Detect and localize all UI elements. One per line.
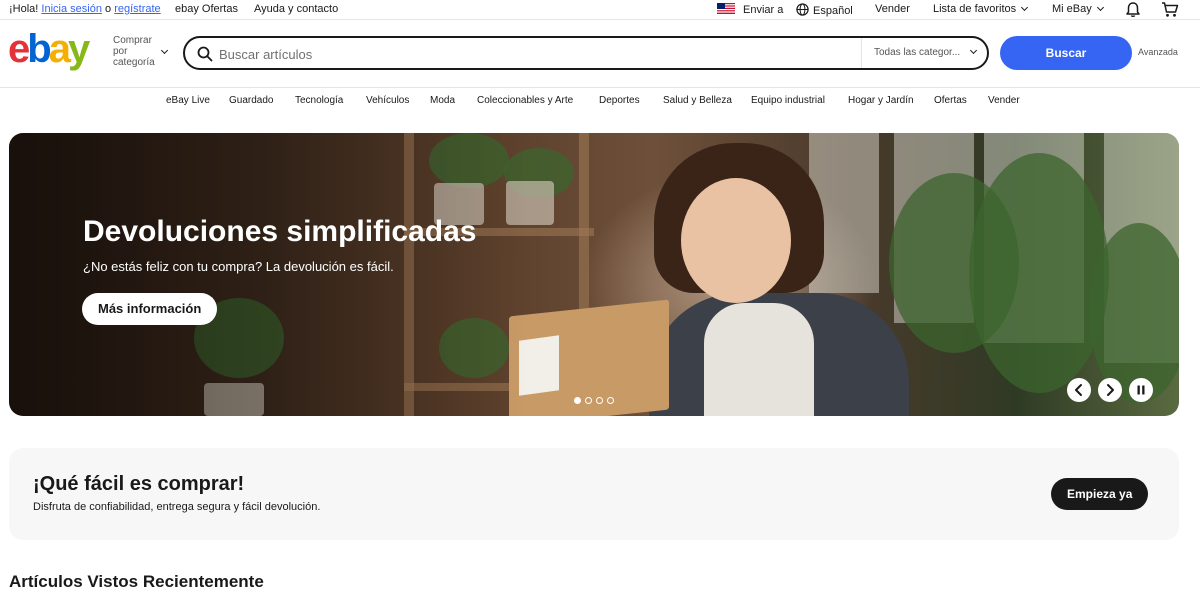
header-divider [0, 87, 1200, 88]
my-ebay-label: Mi eBay [1052, 3, 1092, 15]
chevron-down-icon [1021, 3, 1029, 12]
nav-item-fashion[interactable]: Moda [430, 95, 455, 106]
nav-item-health-beauty[interactable]: Salud y Belleza [663, 95, 732, 106]
promo-subtitle: Disfruta de confiabilidad, entrega segur… [33, 501, 321, 513]
nav-item-deals[interactable]: Ofertas [934, 95, 967, 106]
chevron-down-icon [969, 46, 978, 55]
sell-link[interactable]: Vender [875, 3, 910, 15]
top-utility-bar: ¡Hola! Inicia sesión o regístrate ebay O… [0, 0, 1200, 19]
register-link[interactable]: regístrate [114, 3, 160, 15]
language-button[interactable]: Español [796, 3, 853, 17]
chevron-left-icon [1075, 384, 1082, 396]
bell-icon[interactable] [1125, 1, 1141, 18]
recently-viewed-heading: Artículos Vistos Recientemente [9, 572, 264, 591]
my-ebay-button[interactable]: Mi eBay [1052, 3, 1104, 15]
hero-banner[interactable]: Devoluciones simplificadas ¿No estás fel… [9, 133, 1179, 416]
start-now-button[interactable]: Empieza ya [1051, 478, 1149, 510]
advanced-search-link[interactable]: Avanzada [1138, 47, 1178, 57]
pause-icon [1137, 385, 1145, 395]
search-bar: Todas las categor... [183, 36, 989, 70]
more-info-button[interactable]: Más información [82, 293, 218, 325]
carousel-dot[interactable] [585, 397, 592, 404]
greeting-label: ¡Hola! [9, 3, 39, 15]
watchlist-label: Lista de favoritos [933, 3, 1017, 15]
search-input[interactable] [219, 44, 839, 64]
hero-subtitle: ¿No estás feliz con tu compra? La devolu… [83, 259, 394, 274]
language-label: Español [813, 5, 853, 17]
carousel-prev-button[interactable] [1067, 378, 1091, 402]
cart-icon[interactable] [1161, 1, 1179, 18]
deals-link[interactable]: ebay Ofertas [175, 3, 238, 15]
signin-link[interactable]: Inicia sesión [41, 3, 102, 15]
search-icon [197, 46, 213, 62]
chevron-right-icon [1107, 384, 1114, 396]
greeting-text: ¡Hola! Inicia sesión o regístrate [9, 3, 161, 15]
svg-text:ebay: ebay [8, 29, 91, 71]
nav-item-collectibles[interactable]: Coleccionables y Arte [477, 95, 573, 106]
nav-item-sell[interactable]: Vender [988, 95, 1020, 106]
ship-to-button[interactable]: Enviar a [717, 3, 783, 16]
carousel-dot[interactable] [596, 397, 603, 404]
ship-to-label: Enviar a [743, 4, 784, 16]
search-divider [861, 38, 862, 68]
search-button[interactable]: Buscar [1000, 36, 1132, 70]
carousel-dot-active[interactable] [574, 397, 581, 404]
promo-title: ¡Qué fácil es comprar! [33, 473, 245, 495]
ebay-logo[interactable]: ebay [8, 29, 102, 71]
chevron-down-icon [1096, 3, 1104, 12]
category-nav: eBay Live Guardado Tecnología Vehículos … [0, 95, 1200, 109]
nav-item-saved[interactable]: Guardado [229, 95, 273, 106]
nav-item-electronics[interactable]: Tecnología [295, 95, 343, 106]
nav-item-ebay-live[interactable]: eBay Live [166, 95, 210, 106]
carousel-next-button[interactable] [1098, 378, 1122, 402]
nav-item-industrial[interactable]: Equipo industrial [751, 95, 825, 106]
us-flag-icon [717, 3, 735, 14]
watchlist-button[interactable]: Lista de favoritos [933, 3, 1029, 15]
carousel-dot[interactable] [607, 397, 614, 404]
nav-item-motors[interactable]: Vehículos [366, 95, 409, 106]
or-text: o [105, 3, 112, 15]
nav-item-sports[interactable]: Deportes [599, 95, 640, 106]
globe-icon [796, 3, 809, 16]
help-link[interactable]: Ayuda y contacto [254, 3, 338, 15]
topbar-divider [0, 19, 1200, 20]
hero-title: Devoluciones simplificadas [83, 215, 477, 248]
promo-banner: ¡Qué fácil es comprar! Disfruta de confi… [9, 448, 1179, 540]
carousel-pause-button[interactable] [1129, 378, 1153, 402]
category-select[interactable]: Todas las categor... [874, 47, 960, 58]
shop-by-category-button[interactable]: Comprar por categoría [113, 35, 163, 68]
nav-item-home-garden[interactable]: Hogar y Jardín [848, 95, 914, 106]
